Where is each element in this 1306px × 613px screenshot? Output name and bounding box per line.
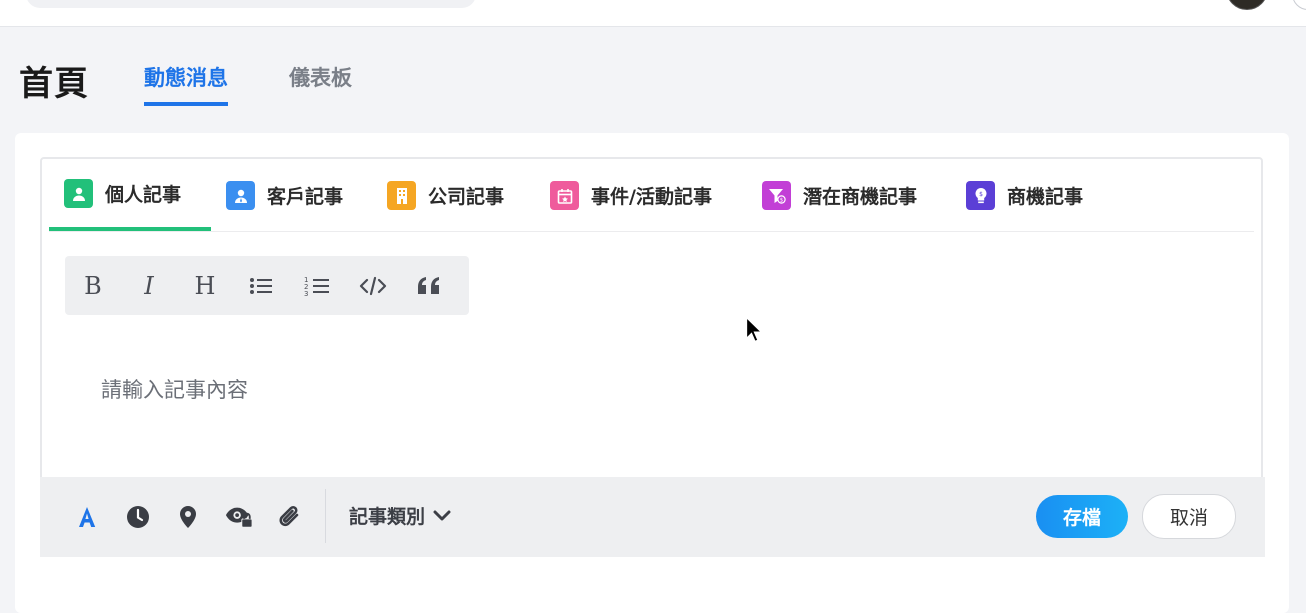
bullet-list-icon <box>250 277 272 294</box>
note-tab-customer[interactable]: 客戶記事 <box>211 160 373 231</box>
location-pin-icon <box>180 506 196 528</box>
svg-text:$: $ <box>779 197 783 203</box>
note-tab-label: 個人記事 <box>105 184 182 206</box>
visibility-button[interactable] <box>225 503 253 531</box>
tab-news-feed[interactable]: 動態消息 <box>144 62 228 106</box>
bold-button[interactable]: B <box>65 256 121 315</box>
attach-button[interactable] <box>276 503 304 531</box>
calendar-icon <box>550 181 579 210</box>
page-title: 首頁 <box>19 64 89 104</box>
italic-button[interactable]: I <box>121 256 177 315</box>
svg-text:3: 3 <box>304 290 308 297</box>
tab-dashboard[interactable]: 儀表板 <box>289 62 352 106</box>
note-tab-label: 客戶記事 <box>267 186 344 208</box>
note-tab-label: 商機記事 <box>1007 186 1084 208</box>
ordered-list-button[interactable]: 123 <box>289 256 345 315</box>
top-header <box>0 0 1306 27</box>
building-icon <box>387 181 416 210</box>
lightbulb-icon: $ <box>966 181 995 210</box>
quote-icon <box>418 276 439 294</box>
note-footer: 記事類別 存檔 取消 <box>40 477 1265 557</box>
customer-icon <box>226 181 255 210</box>
note-tab-label: 公司記事 <box>428 186 505 208</box>
note-tab-personal[interactable]: 個人記事 <box>49 160 211 231</box>
user-avatar[interactable] <box>1226 0 1268 10</box>
note-category-dropdown[interactable]: 記事類別 <box>349 502 451 529</box>
code-button[interactable] <box>345 256 401 315</box>
note-tab-company[interactable]: 公司記事 <box>372 160 534 231</box>
note-tab-opportunity[interactable]: $ 商機記事 <box>951 160 1111 231</box>
paperclip-icon <box>279 506 299 527</box>
save-button[interactable]: 存檔 <box>1036 495 1128 538</box>
font-color-icon <box>79 507 96 527</box>
text-format-button[interactable] <box>73 503 101 531</box>
cancel-button[interactable]: 取消 <box>1142 494 1236 539</box>
heading-icon: H <box>194 271 216 300</box>
funnel-icon: $ <box>762 181 791 210</box>
divider <box>325 489 326 543</box>
eye-lock-icon <box>225 507 253 528</box>
quote-button[interactable] <box>401 256 457 315</box>
notification-button[interactable] <box>1292 0 1306 10</box>
reminder-button[interactable] <box>124 503 152 531</box>
ordered-list-icon: 123 <box>304 276 329 297</box>
note-tab-label: 潛在商機記事 <box>803 186 918 208</box>
italic-icon: I <box>144 271 154 300</box>
format-toolbar: B I H 123 <box>65 256 469 315</box>
clock-icon <box>127 506 149 528</box>
note-tab-label: 事件/活動記事 <box>591 186 712 208</box>
bullet-list-button[interactable] <box>233 256 289 315</box>
mouse-cursor-icon <box>745 316 763 343</box>
global-search-input[interactable] <box>26 0 476 8</box>
person-icon <box>64 179 93 208</box>
note-tab-event[interactable]: 事件/活動記事 <box>535 160 735 231</box>
location-button[interactable] <box>174 503 202 531</box>
note-category-label: 記事類別 <box>349 506 426 528</box>
note-tab-lead[interactable]: $ 潛在商機記事 <box>747 160 937 231</box>
code-icon <box>359 276 387 295</box>
heading-button[interactable]: H <box>177 256 233 315</box>
note-content-input[interactable]: 請輸入記事內容 <box>101 374 248 404</box>
note-type-tabs: 個人記事 客戶記事 公司記事 事件/活動記事 $ 潛在商機記事 $ 商機記事 <box>49 160 1254 232</box>
chevron-down-icon <box>433 510 451 520</box>
svg-text:$: $ <box>979 191 983 198</box>
bold-icon: B <box>84 271 102 300</box>
